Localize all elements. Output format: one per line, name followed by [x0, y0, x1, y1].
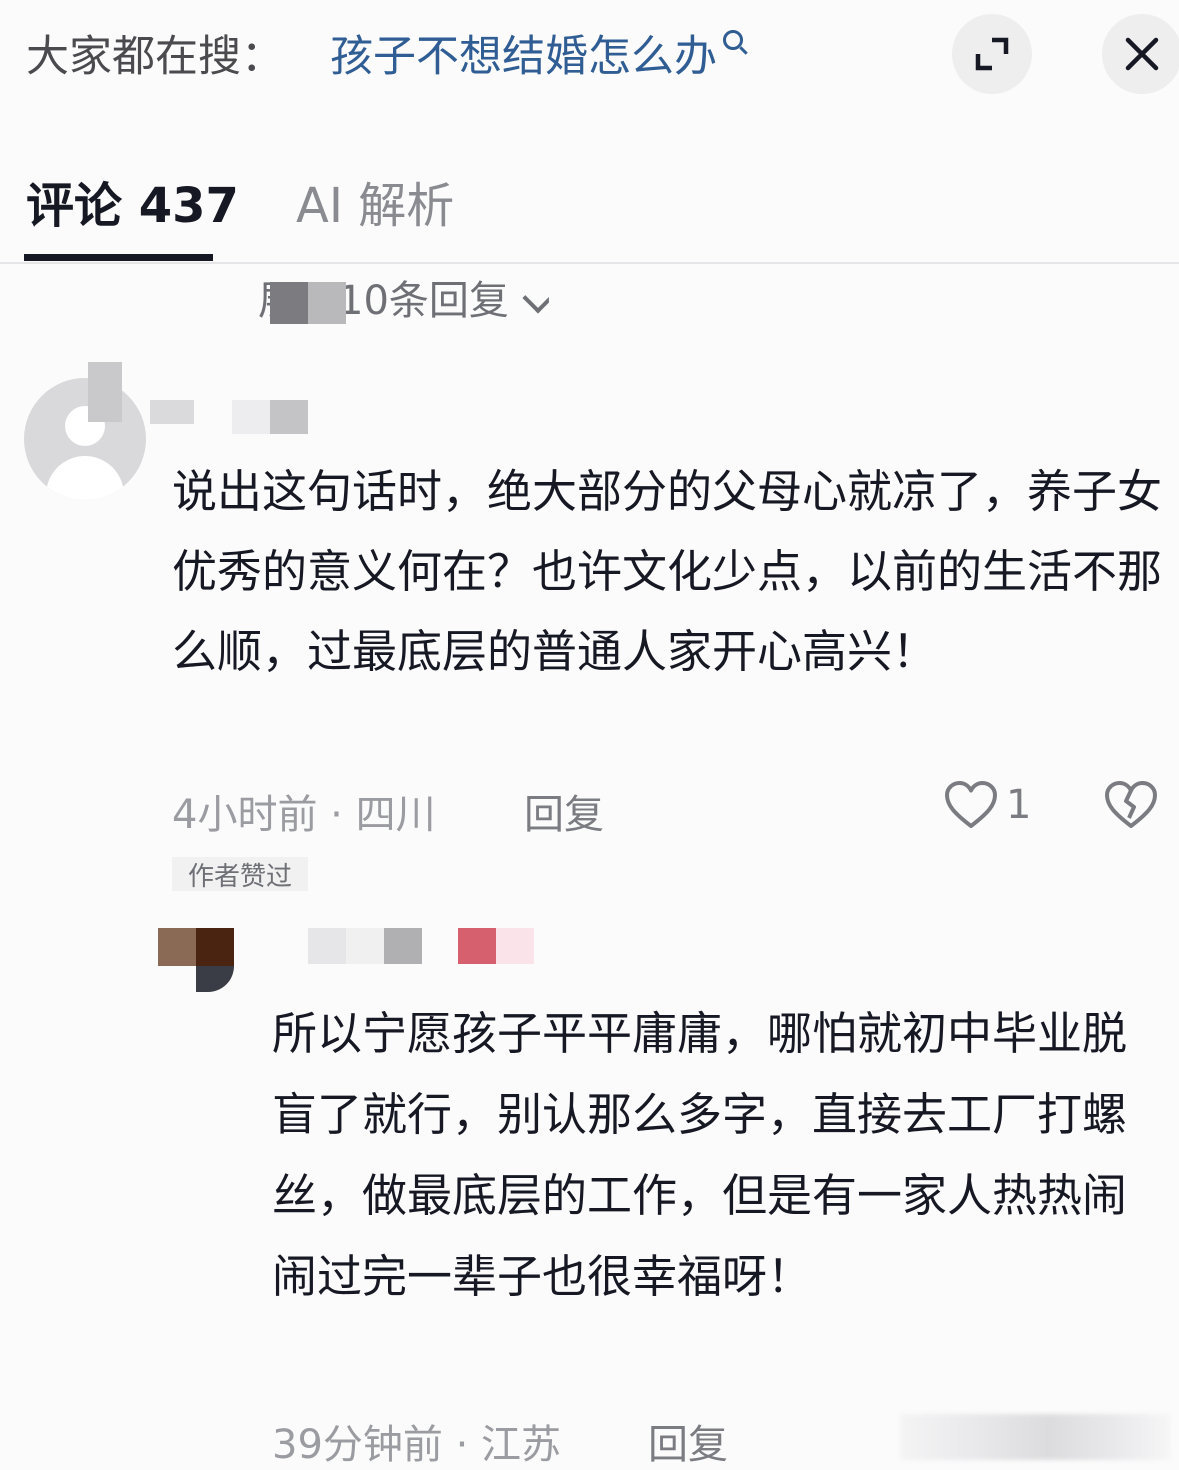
- username-mosaic[interactable]: [270, 400, 308, 434]
- active-tab-indicator: [24, 254, 213, 261]
- like-area-blurred[interactable]: [900, 1414, 1170, 1460]
- mosaic-block: [88, 362, 122, 422]
- expand-icon: [975, 37, 1009, 71]
- search-prefix: 大家都在搜：: [26, 32, 284, 82]
- heart-icon: [945, 781, 997, 828]
- comment-meta: 4小时前 · 四川: [172, 792, 436, 838]
- username-mosaic[interactable]: [232, 400, 270, 434]
- username-mosaic[interactable]: [384, 928, 422, 964]
- avatar[interactable]: [158, 928, 196, 966]
- avatar[interactable]: [24, 378, 146, 500]
- mosaic-block: [196, 966, 234, 992]
- close-icon: [1125, 37, 1159, 71]
- search-query-link[interactable]: 孩子不想结婚怎么办: [330, 22, 743, 84]
- comment-text: 说出这句话时，绝大部分的父母心就凉了，养子女优秀的意义何在？也许文化少点，以前的…: [172, 465, 1163, 678]
- search-icon: [723, 30, 743, 50]
- dislike-button[interactable]: [1104, 780, 1158, 834]
- search-query-text: 孩子不想结婚怎么办: [330, 32, 717, 82]
- comment-text: 所以宁愿孩子平平庸庸，哪怕就初中毕业脱盲了就行，别认那么多字，直接去工厂打螺丝，…: [272, 1007, 1128, 1303]
- broken-heart-icon: [1105, 781, 1157, 828]
- tab-divider: [0, 262, 1179, 264]
- username-mosaic[interactable]: [458, 928, 496, 964]
- tab-ai-analysis[interactable]: AI 解析: [296, 166, 454, 236]
- author-liked-badge: 作者赞过: [172, 857, 309, 891]
- reply-button[interactable]: 回复: [648, 1412, 728, 1470]
- tab-comments[interactable]: 评论 437: [26, 166, 239, 236]
- comment-meta: 39分钟前 · 江苏: [272, 1422, 562, 1468]
- username-mosaic[interactable]: [308, 928, 346, 964]
- mosaic-block: [150, 400, 194, 424]
- reply-button[interactable]: 回复: [524, 782, 604, 840]
- close-button[interactable]: [1102, 14, 1179, 94]
- mosaic-block: [308, 282, 346, 324]
- mosaic-block: [196, 928, 234, 966]
- chevron-down-icon: [522, 282, 549, 314]
- expand-button[interactable]: [952, 14, 1032, 94]
- avatar-body: [46, 456, 124, 500]
- mosaic-block: [270, 282, 308, 324]
- like-button[interactable]: [944, 780, 998, 834]
- like-count: 1: [1006, 782, 1032, 828]
- username-mosaic[interactable]: [496, 928, 534, 964]
- username-mosaic[interactable]: [346, 928, 384, 964]
